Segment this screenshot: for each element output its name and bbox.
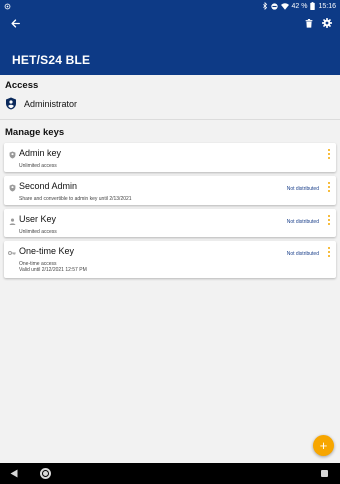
access-header: Access xyxy=(5,80,39,91)
section-divider xyxy=(0,119,340,120)
access-role-label: Administrator xyxy=(24,98,78,109)
add-icon: + xyxy=(319,438,328,453)
key-card-user[interactable]: User Key Unlimited access Not distribute… xyxy=(4,209,336,237)
delete-button[interactable] xyxy=(302,16,316,30)
access-role-row: Administrator xyxy=(5,97,77,110)
key-description: Share and convertible to admin key until… xyxy=(19,196,132,202)
key-title: Second Admin xyxy=(19,181,78,191)
home-circle-icon xyxy=(43,471,48,476)
key-card-one-time[interactable]: One-time Key One-time access Valid until… xyxy=(4,241,336,278)
key-title: User Key xyxy=(19,214,57,224)
more-options-button[interactable] xyxy=(326,149,332,159)
manage-keys-header: Manage keys xyxy=(5,127,65,138)
more-vert-icon xyxy=(328,215,330,217)
key-title: One-time Key xyxy=(19,246,75,256)
battery-percent: 42 % xyxy=(291,2,308,10)
notification-icon xyxy=(4,3,11,9)
nav-back-button[interactable] xyxy=(10,469,18,478)
more-vert-icon xyxy=(328,247,330,249)
distribution-status: Not distributed xyxy=(286,186,319,192)
key-validity: Valid until 2/12/2021 12:57 PM xyxy=(19,267,87,273)
page-title: HET/S24 BLE xyxy=(12,53,91,67)
admin-shield-icon xyxy=(8,184,16,192)
back-button[interactable] xyxy=(8,16,22,30)
do-not-disturb-icon xyxy=(270,2,278,10)
gear-icon xyxy=(322,18,332,28)
key-card-second-admin[interactable]: Second Admin Share and convertible to ad… xyxy=(4,176,336,205)
add-key-button[interactable]: + xyxy=(313,435,334,456)
key-description: Unlimited access xyxy=(19,229,57,235)
distribution-status: Not distributed xyxy=(286,251,319,257)
more-options-button[interactable] xyxy=(326,215,332,225)
more-vert-icon xyxy=(328,149,330,151)
key-title: Admin key xyxy=(19,148,62,158)
wifi-icon xyxy=(280,2,289,10)
distribution-status: Not distributed xyxy=(286,219,319,225)
settings-button[interactable] xyxy=(320,16,334,30)
admin-shield-icon xyxy=(6,97,16,110)
system-nav-bar xyxy=(0,463,340,484)
nav-recents-button[interactable] xyxy=(321,470,328,477)
key-card-admin[interactable]: Admin key Unlimited access xyxy=(4,143,336,172)
status-bar: 42 % 15:16 xyxy=(0,0,340,12)
arrow-back-icon xyxy=(10,18,20,28)
bluetooth-icon xyxy=(262,2,267,10)
status-time: 15:16 xyxy=(318,2,336,10)
battery-icon xyxy=(310,2,316,10)
app-bar: HET/S24 BLE xyxy=(0,12,340,75)
main-content: Access Administrator Manage keys Admin k… xyxy=(0,75,340,463)
trash-icon xyxy=(305,18,313,28)
more-options-button[interactable] xyxy=(326,182,332,192)
key-icon xyxy=(8,249,16,257)
more-vert-icon xyxy=(328,182,330,184)
more-options-button[interactable] xyxy=(326,247,332,257)
admin-shield-icon xyxy=(8,151,16,159)
person-icon xyxy=(8,217,16,225)
key-description: Unlimited access xyxy=(19,163,57,169)
nav-home-button[interactable] xyxy=(40,468,51,479)
